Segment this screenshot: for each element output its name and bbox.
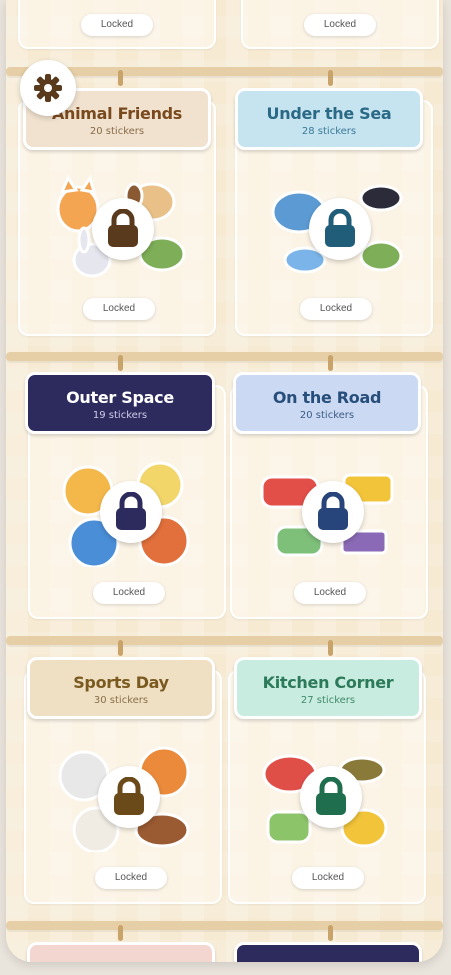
lock-icon xyxy=(325,209,355,247)
lock-icon xyxy=(114,777,144,815)
album-title: Kitchen Corner xyxy=(262,673,394,692)
album-title: On the Road xyxy=(272,388,382,407)
album-header-kitchen-corner: Kitchen Corner 27 stickers xyxy=(234,657,422,719)
locked-label: Locked xyxy=(292,867,364,889)
hanger-hook xyxy=(328,925,333,941)
hanger-hook xyxy=(118,925,123,941)
lock-icon xyxy=(316,777,346,815)
hanger-hook xyxy=(328,355,333,371)
settings-button[interactable] xyxy=(20,60,76,116)
locked-label: Locked xyxy=(83,298,155,320)
album-header-partial-left xyxy=(27,942,215,962)
locked-label: Locked xyxy=(81,14,153,36)
lock-icon xyxy=(108,209,138,247)
lock-icon xyxy=(116,492,146,530)
album-header-partial-right xyxy=(234,942,422,962)
lock-badge xyxy=(302,481,364,543)
album-card-partial-right[interactable]: Locked xyxy=(241,0,439,49)
lock-badge xyxy=(309,198,371,260)
sticker-count: 30 stickers xyxy=(93,695,149,706)
sticker-count: 28 stickers xyxy=(301,126,357,137)
locked-label: Locked xyxy=(93,582,165,604)
lock-badge xyxy=(100,481,162,543)
sticker-count: 20 stickers xyxy=(89,126,145,137)
hanger-hook xyxy=(118,640,123,656)
album-header-sports-day: Sports Day 30 stickers xyxy=(27,657,215,719)
sticker-count: 19 stickers xyxy=(92,410,148,421)
lock-icon xyxy=(318,492,348,530)
hanger-hook xyxy=(118,355,123,371)
hanger-hook xyxy=(328,640,333,656)
album-header-outer-space: Outer Space 19 stickers xyxy=(25,372,215,434)
lock-badge xyxy=(92,198,154,260)
locked-label: Locked xyxy=(95,867,167,889)
sticker-count: 27 stickers xyxy=(300,695,356,706)
gear-icon xyxy=(34,74,62,102)
album-title: Under the Sea xyxy=(266,104,392,123)
lock-badge xyxy=(98,766,160,828)
shelf xyxy=(6,636,443,645)
album-header-under-the-sea: Under the Sea 28 stickers xyxy=(235,88,423,150)
lock-badge xyxy=(300,766,362,828)
album-title: Sports Day xyxy=(73,673,169,692)
hanger-hook xyxy=(328,70,333,86)
sticker-album-screen: Locked Locked Locked Animal Friends 20 s… xyxy=(6,0,443,962)
locked-label: Locked xyxy=(294,582,366,604)
shelf xyxy=(6,352,443,361)
album-header-on-the-road: On the Road 20 stickers xyxy=(233,372,421,434)
locked-label: Locked xyxy=(300,298,372,320)
shelf xyxy=(6,921,443,930)
album-card-partial-left[interactable]: Locked xyxy=(18,0,216,49)
album-title: Outer Space xyxy=(66,388,174,407)
hanger-hook xyxy=(118,70,123,86)
locked-label: Locked xyxy=(304,14,376,36)
sticker-count: 20 stickers xyxy=(299,410,355,421)
